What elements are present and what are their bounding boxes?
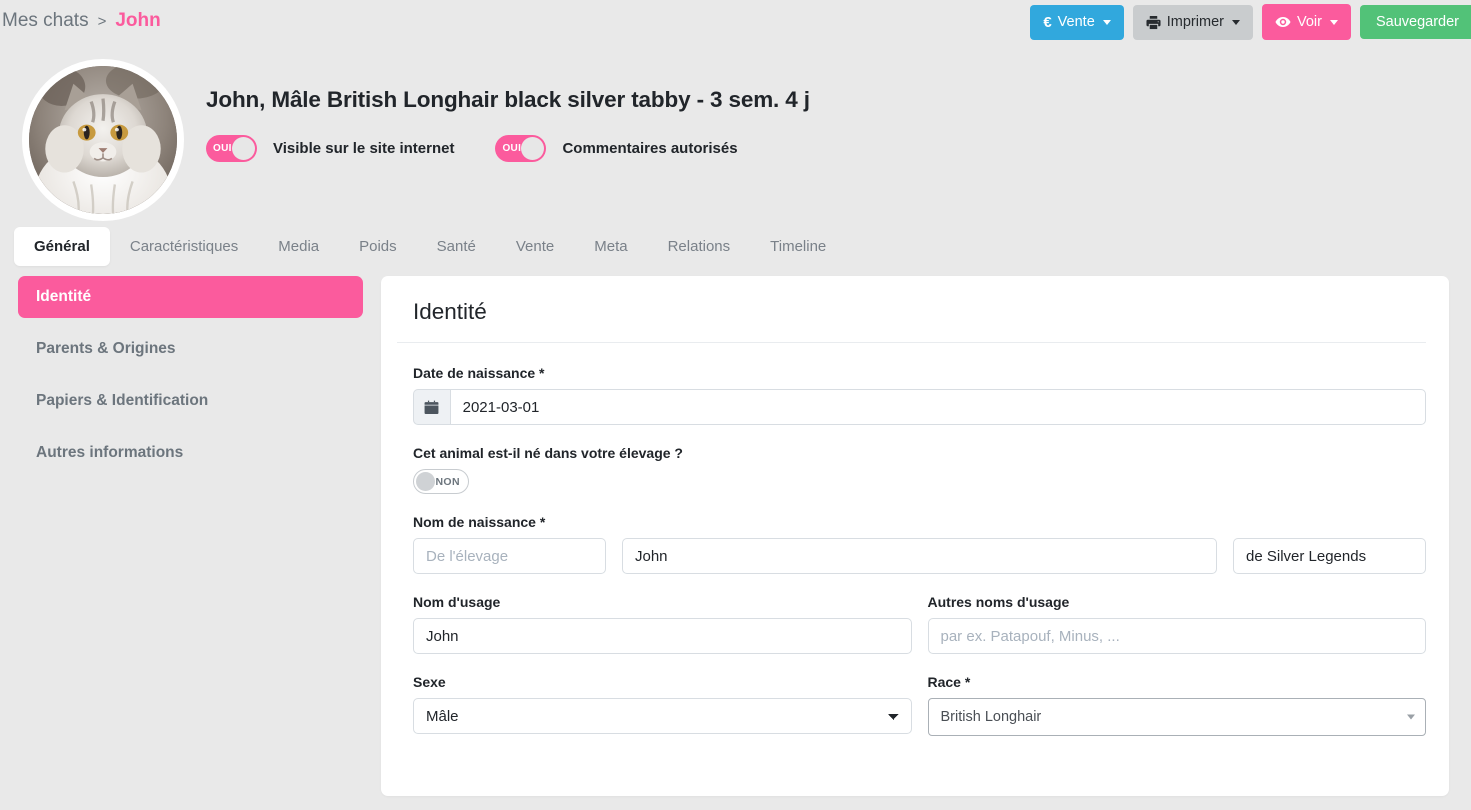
breed-select-value: British Longhair <box>940 709 1042 725</box>
calendar-icon[interactable] <box>413 389 450 425</box>
top-bar-actions: € Vente Imprimer Voir Sauvegarder <box>1030 4 1471 40</box>
tab-meta[interactable]: Meta <box>574 227 647 266</box>
tab-bar: Général Caractéristiques Media Poids San… <box>0 223 1471 270</box>
usage-names-row: Nom d'usage Autres noms d'usage <box>413 594 1426 654</box>
vente-button[interactable]: € Vente <box>1030 4 1124 40</box>
field-born-here: Cet animal est-il né dans votre élevage … <box>413 445 1426 494</box>
printer-icon <box>1146 15 1161 30</box>
toggle-group-comments: OUI Commentaires autorisés <box>495 135 738 162</box>
birth-name-prefix-input[interactable] <box>413 538 606 574</box>
card-title: Identité <box>413 299 487 324</box>
page-title: John, Mâle British Longhair black silver… <box>206 87 810 112</box>
birthdate-input-group <box>413 389 1426 425</box>
field-birth-name: Nom de naissance * <box>413 514 1426 574</box>
birth-name-main-input[interactable] <box>622 538 1217 574</box>
toggle-knob <box>416 472 435 491</box>
breadcrumb-root-link[interactable]: Mes chats <box>2 10 89 32</box>
field-birthdate: Date de naissance * <box>413 365 1426 425</box>
birth-name-suffix-input[interactable] <box>1233 538 1426 574</box>
visible-site-toggle[interactable]: OUI <box>206 135 257 162</box>
tab-sante[interactable]: Santé <box>417 227 496 266</box>
birthdate-input[interactable] <box>449 389 1426 425</box>
sex-select[interactable]: Mâle <box>413 698 912 734</box>
born-here-toggle[interactable]: NON <box>413 469 469 494</box>
imprimer-button-label: Imprimer <box>1166 13 1224 30</box>
card-divider <box>397 342 1426 343</box>
sidebar-item-autres-informations[interactable]: Autres informations <box>18 432 363 474</box>
birth-name-label: Nom de naissance * <box>413 514 546 530</box>
breadcrumb-current: John <box>115 9 161 31</box>
breadcrumb: Mes chats > John <box>0 10 161 32</box>
toggle-group-visible: OUI Visible sur le site internet <box>206 135 454 162</box>
comments-allowed-toggle-state: OUI <box>502 143 522 154</box>
birthdate-label: Date de naissance * <box>413 365 545 381</box>
sex-label: Sexe <box>413 674 446 690</box>
other-usage-names-label: Autres noms d'usage <box>927 594 1070 610</box>
field-usage-names-row: Nom d'usage Autres noms d'usage <box>413 594 1426 654</box>
breed-select[interactable]: British Longhair <box>927 698 1426 736</box>
birth-name-row <box>413 538 1426 574</box>
usage-name-label: Nom d'usage <box>413 594 501 610</box>
tab-media[interactable]: Media <box>258 227 339 266</box>
comments-allowed-toggle-label: Commentaires autorisés <box>562 140 738 157</box>
chevron-down-icon <box>1407 714 1415 720</box>
comments-allowed-toggle[interactable]: OUI <box>495 135 547 162</box>
avatar-image <box>29 66 177 214</box>
tab-timeline[interactable]: Timeline <box>750 227 846 266</box>
breadcrumb-separator: > <box>97 12 107 30</box>
avatar[interactable] <box>22 59 184 221</box>
sidebar-item-papiers-identification[interactable]: Papiers & Identification <box>18 380 363 422</box>
born-here-toggle-state: NON <box>435 475 460 488</box>
tab-caracteristiques[interactable]: Caractéristiques <box>110 227 258 266</box>
vente-button-label: Vente <box>1057 13 1095 30</box>
toggle-knob <box>521 137 545 160</box>
usage-name-input[interactable] <box>413 618 912 654</box>
visible-site-toggle-label: Visible sur le site internet <box>273 140 455 157</box>
field-other-usage-names: Autres noms d'usage <box>927 594 1426 654</box>
other-usage-names-input[interactable] <box>927 618 1426 654</box>
euro-icon: € <box>1043 13 1052 31</box>
field-usage-name: Nom d'usage <box>413 594 912 654</box>
eye-icon <box>1275 14 1291 30</box>
field-sex-breed-row: Sexe Mâle Race * British Longhair <box>413 674 1426 736</box>
chevron-down-icon <box>1231 19 1240 25</box>
profile-toggles: OUI Visible sur le site internet OUI Com… <box>206 135 810 162</box>
tab-relations[interactable]: Relations <box>648 227 751 266</box>
sidebar-item-identite[interactable]: Identité <box>18 276 363 318</box>
top-bar: Mes chats > John € Vente Imprimer Voir S… <box>0 0 1471 41</box>
tab-general[interactable]: Général <box>14 227 110 266</box>
chevron-down-icon <box>1102 19 1111 25</box>
field-sex: Sexe Mâle <box>413 674 912 736</box>
voir-button-label: Voir <box>1296 13 1322 30</box>
voir-button[interactable]: Voir <box>1261 4 1351 40</box>
field-breed: Race * British Longhair <box>927 674 1426 736</box>
sidebar-item-parents-origines[interactable]: Parents & Origines <box>18 328 363 370</box>
tab-vente[interactable]: Vente <box>496 227 574 266</box>
profile-body: John, Mâle British Longhair black silver… <box>184 59 810 162</box>
chevron-down-icon <box>1329 19 1338 25</box>
profile-header: John, Mâle British Longhair black silver… <box>0 41 1471 223</box>
section-nav: Identité Parents & Origines Papiers & Id… <box>18 276 363 484</box>
breed-label: Race * <box>927 674 971 690</box>
visible-site-toggle-state: OUI <box>213 143 232 154</box>
toggle-knob <box>232 137 255 160</box>
identity-form-card: Identité Date de naissance * 2021-03-01 … <box>381 276 1449 796</box>
imprimer-button[interactable]: Imprimer <box>1132 4 1253 40</box>
sauvegarder-button[interactable]: Sauvegarder <box>1359 4 1471 40</box>
sex-breed-row: Sexe Mâle Race * British Longhair <box>413 674 1426 736</box>
born-here-label: Cet animal est-il né dans votre élevage … <box>413 445 683 461</box>
tab-poids[interactable]: Poids <box>339 227 417 266</box>
content-area: Identité Parents & Origines Papiers & Id… <box>0 270 1471 796</box>
